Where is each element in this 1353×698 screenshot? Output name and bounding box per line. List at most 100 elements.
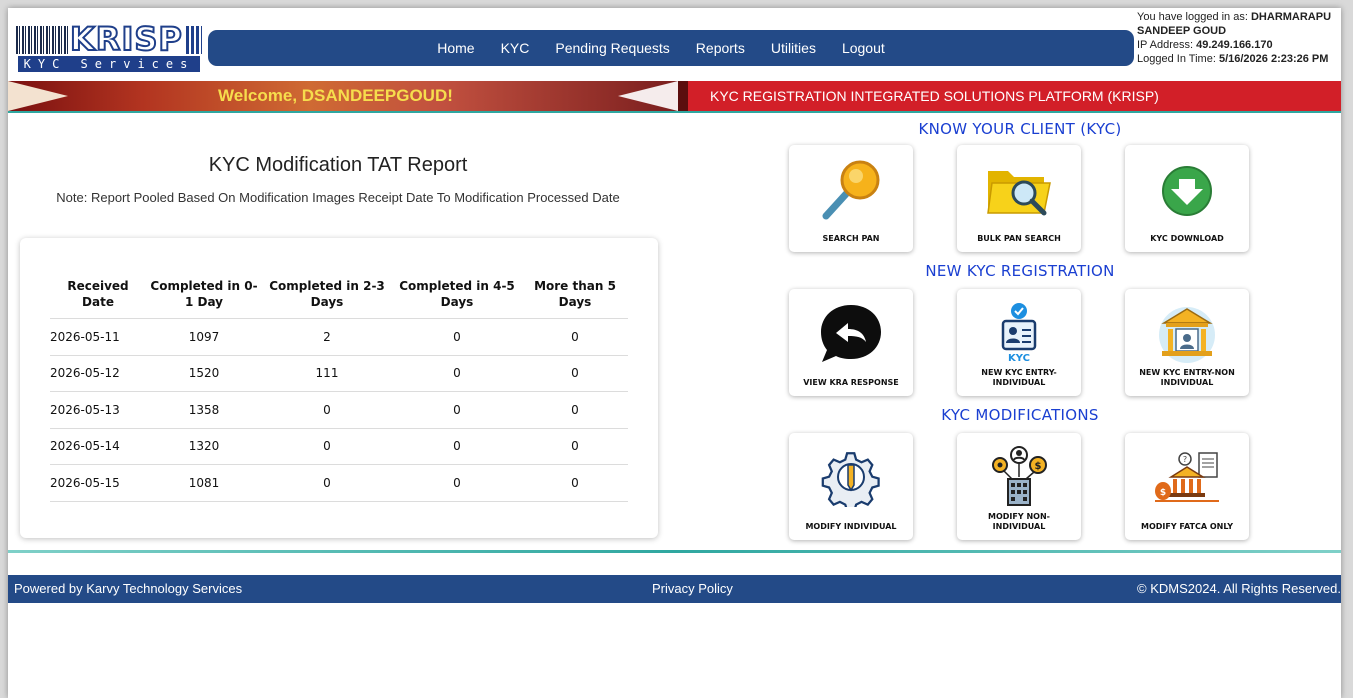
banner-arrow-right-icon xyxy=(618,81,678,111)
table-cell: 0 xyxy=(392,464,522,502)
logo-bars-icon xyxy=(186,26,202,54)
table-cell: 0 xyxy=(392,391,522,429)
table-cell: 2026-05-15 xyxy=(50,464,146,502)
login-prefix: You have logged in as: xyxy=(1137,11,1248,23)
tile-label: MODIFY INDIVIDUAL xyxy=(805,522,897,531)
gear-pencil-icon xyxy=(789,441,913,513)
report-note: Note: Report Pooled Based On Modificatio… xyxy=(56,190,620,205)
table-row: 2026-05-13 1358 0 0 0 xyxy=(50,391,628,429)
building-network-icon: $ xyxy=(957,441,1081,513)
nav-home[interactable]: Home xyxy=(437,40,474,56)
download-arrow-icon xyxy=(1125,153,1249,225)
table-cell: 2026-05-12 xyxy=(50,355,146,392)
column-header: Completed in 0-1 Day xyxy=(146,272,262,319)
section-heading-modifications: KYC MODIFICATIONS xyxy=(941,406,1099,424)
tile-label: BULK PAN SEARCH xyxy=(977,234,1061,243)
welcome-text: Welcome, DSANDEEPGOUD! xyxy=(218,86,453,105)
banner-right: KYC REGISTRATION INTEGRATED SOLUTIONS PL… xyxy=(678,81,1341,111)
table-cell: 0 xyxy=(522,355,628,392)
modify-fatca-tile[interactable]: ? $ MODIFY FATCA ONLY xyxy=(1125,433,1249,540)
svg-text:$: $ xyxy=(1035,461,1042,472)
section-heading-kyc: KNOW YOUR CLIENT (KYC) xyxy=(918,120,1122,138)
banner-arrow-left-icon xyxy=(8,81,68,111)
ip-address: 49.249.166.170 xyxy=(1196,39,1273,51)
column-header: Received Date xyxy=(50,272,146,319)
table-cell: 1081 xyxy=(146,464,262,502)
table-row: 2026-05-12 1520 111 0 0 xyxy=(50,355,628,392)
table-cell: 111 xyxy=(262,355,392,392)
footer-divider xyxy=(8,550,1341,553)
krisp-logo[interactable]: KRISP KYC Services xyxy=(16,19,204,74)
platform-title: KYC REGISTRATION INTEGRATED SOLUTIONS PL… xyxy=(710,88,1159,104)
table-cell: 0 xyxy=(522,318,628,356)
table-cell: 0 xyxy=(522,464,628,502)
login-time-label: Logged In Time: xyxy=(1137,53,1216,65)
reply-bubble-icon xyxy=(789,297,913,369)
bulk-pan-search-tile[interactable]: BULK PAN SEARCH xyxy=(957,145,1081,252)
privacy-policy-link[interactable]: Privacy Policy xyxy=(652,575,733,603)
search-pan-tile[interactable]: SEARCH PAN xyxy=(789,145,913,252)
column-header: Completed in 2-3 Days xyxy=(262,272,392,319)
table-header-row: Received Date Completed in 0-1 Day Compl… xyxy=(50,272,628,319)
svg-text:$: $ xyxy=(1160,488,1166,498)
logo-subtitle: KYC Services xyxy=(18,56,200,72)
column-header: Completed in 4-5 Days xyxy=(392,272,522,319)
footer-copyright: © KDMS2024. All Rights Reserved. xyxy=(1137,581,1341,596)
footer-powered-by: Powered by Karvy Technology Services xyxy=(14,581,243,596)
table-cell: 0 xyxy=(392,355,522,392)
table-cell: 0 xyxy=(522,391,628,429)
tile-label: NEW KYC ENTRY-NON INDIVIDUAL xyxy=(1139,368,1235,387)
table-cell: 0 xyxy=(262,391,392,429)
modify-individual-tile[interactable]: MODIFY INDIVIDUAL xyxy=(789,433,913,540)
table-row: 2026-05-11 1097 2 0 0 xyxy=(50,318,628,356)
tat-table: Received Date Completed in 0-1 Day Compl… xyxy=(50,272,628,502)
nav-pending-requests[interactable]: Pending Requests xyxy=(555,40,669,56)
new-kyc-individual-tile[interactable]: KYC NEW KYC ENTRY-INDIVIDUAL xyxy=(957,289,1081,396)
table-cell: 2 xyxy=(262,318,392,356)
divider xyxy=(8,111,1341,113)
nav-utilities[interactable]: Utilities xyxy=(771,40,816,56)
tile-label: MODIFY NON-INDIVIDUAL xyxy=(988,512,1050,531)
section-heading-new-registration: NEW KYC REGISTRATION xyxy=(925,262,1115,280)
table-cell: 1320 xyxy=(146,428,262,465)
kyc-download-tile[interactable]: KYC DOWNLOAD xyxy=(1125,145,1249,252)
svg-text:?: ? xyxy=(1183,455,1187,464)
table-cell: 0 xyxy=(522,428,628,465)
new-kyc-non-individual-tile[interactable]: NEW KYC ENTRY-NON INDIVIDUAL xyxy=(1125,289,1249,396)
tile-label: MODIFY FATCA ONLY xyxy=(1141,522,1233,531)
table-row: 2026-05-14 1320 0 0 0 xyxy=(50,428,628,465)
magnifier-icon xyxy=(789,153,913,225)
id-card-icon: KYC xyxy=(957,297,1081,369)
nav-reports[interactable]: Reports xyxy=(696,40,745,56)
tile-label: VIEW KRA RESPONSE xyxy=(803,378,899,387)
barcode-icon xyxy=(16,26,68,54)
bank-documents-icon: ? $ xyxy=(1125,441,1249,513)
welcome-banner: Welcome, DSANDEEPGOUD! KYC REGISTRATION … xyxy=(8,81,1341,111)
login-time: 5/16/2026 2:23:26 PM xyxy=(1218,53,1329,65)
nav-kyc[interactable]: KYC xyxy=(501,40,530,56)
view-kra-response-tile[interactable]: VIEW KRA RESPONSE xyxy=(789,289,913,396)
login-info: You have logged in as: DHARMARAPU SANDEE… xyxy=(1137,10,1341,66)
table-cell: 1520 xyxy=(146,355,262,392)
modify-non-individual-tile[interactable]: $ MODIFY NON-INDIVIDUAL xyxy=(957,433,1081,540)
table-cell: 2026-05-11 xyxy=(50,318,146,356)
table-cell: 0 xyxy=(262,464,392,502)
table-cell: 1097 xyxy=(146,318,262,356)
tile-label: KYC DOWNLOAD xyxy=(1150,234,1224,243)
ip-label: IP Address: xyxy=(1137,39,1194,51)
table-cell: 1358 xyxy=(146,391,262,429)
report-card: Received Date Completed in 0-1 Day Compl… xyxy=(20,238,658,538)
table-cell: 0 xyxy=(392,318,522,356)
bank-building-icon xyxy=(1125,297,1249,369)
banner-left: Welcome, DSANDEEPGOUD! xyxy=(8,81,678,111)
report-title: KYC Modification TAT Report xyxy=(208,154,468,176)
table-cell: 2026-05-13 xyxy=(50,391,146,429)
tile-label: SEARCH PAN xyxy=(822,234,880,243)
footer: Powered by Karvy Technology Services Pri… xyxy=(8,575,1341,603)
table-cell: 2026-05-14 xyxy=(50,428,146,465)
nav-logout[interactable]: Logout xyxy=(842,40,885,56)
table-row: 2026-05-15 1081 0 0 0 xyxy=(50,464,628,502)
page: KRISP KYC Services Home KYC Pending Requ… xyxy=(8,8,1341,698)
kyc-badge-text: KYC xyxy=(1008,353,1030,364)
table-cell: 0 xyxy=(392,428,522,465)
